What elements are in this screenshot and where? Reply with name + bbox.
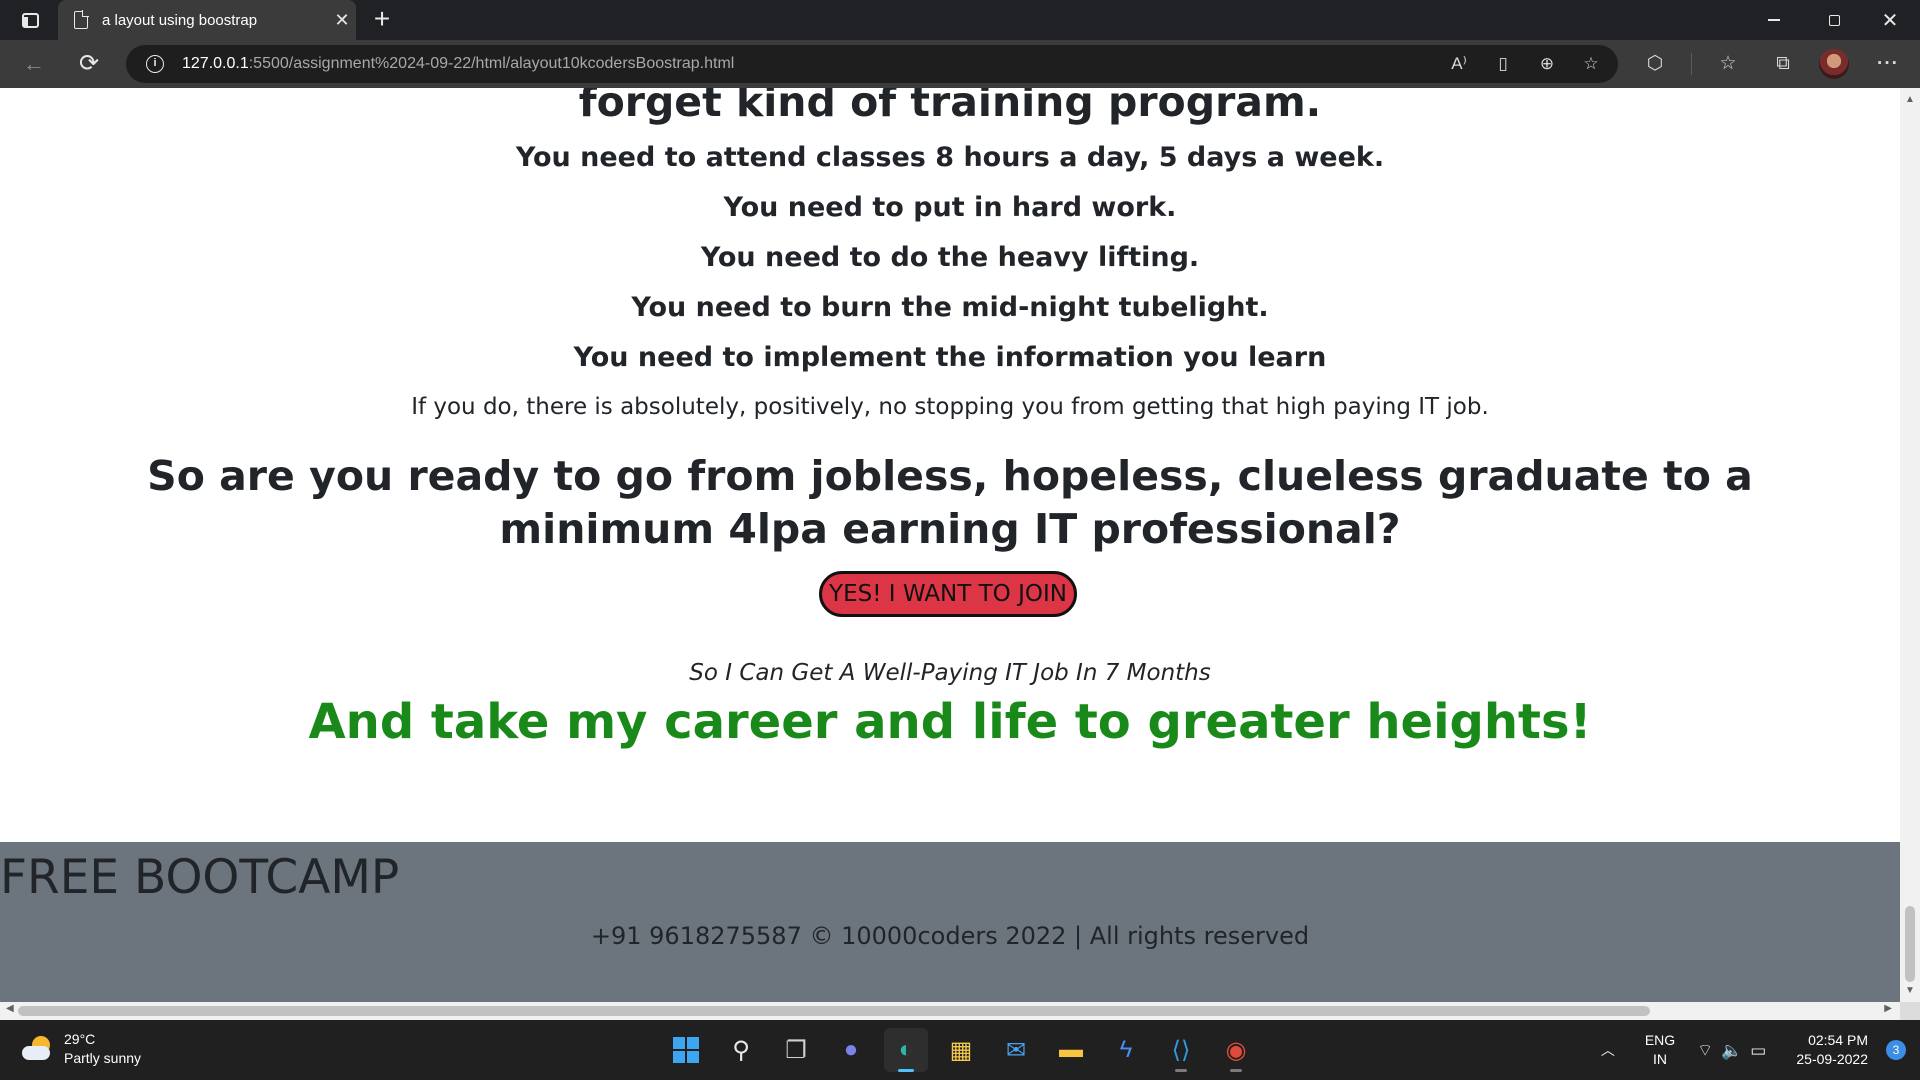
- weather-description: Partly sunny: [64, 1050, 142, 1066]
- footer-copyright: +91 9618275587 © 10000coders 2022 | All …: [590, 922, 1310, 950]
- language-indicator[interactable]: ENG IN: [1645, 1031, 1675, 1069]
- need-line: You need to implement the information yo…: [573, 342, 1327, 373]
- lead-heading: forget kind of training program.: [578, 88, 1322, 126]
- minimize-button[interactable]: [1746, 0, 1802, 40]
- chrome-icon[interactable]: ◉: [1214, 1028, 1258, 1072]
- need-line: You need to attend classes 8 hours a day…: [515, 142, 1385, 173]
- need-line: You need to burn the mid-night tubelight…: [631, 292, 1269, 323]
- clock-time: 02:54 PM: [1808, 1032, 1868, 1048]
- vertical-scrollbar[interactable]: ▲ ▼: [1900, 88, 1920, 1002]
- restore-button[interactable]: [1806, 0, 1862, 40]
- career-heading: And take my career and life to greater h…: [308, 694, 1592, 750]
- tab-actions-icon[interactable]: [14, 8, 46, 32]
- scroll-up-icon[interactable]: ▲: [1905, 94, 1915, 105]
- clock-date: 25-09-2022: [1796, 1051, 1868, 1067]
- favorites-icon[interactable]: ☆: [1709, 48, 1747, 80]
- footer-title: FREE BOOTCAMP: [0, 850, 400, 905]
- clock[interactable]: 02:54 PM 25-09-2022: [1796, 1031, 1868, 1069]
- close-window-button[interactable]: ✕: [1862, 0, 1918, 40]
- taskbar-apps: ⚲ ❐ ● ◐ ▦ ✉ ▬ ϟ ⟨⟩ ◉: [664, 1028, 1269, 1072]
- language-primary: ENG: [1644, 1032, 1676, 1048]
- weather-temperature: 29°C: [64, 1031, 96, 1047]
- network-volume-battery-icons[interactable]: ⌔🔈▭: [1697, 1040, 1774, 1061]
- back-arrow-icon[interactable]: ←: [17, 48, 51, 80]
- weather-widget[interactable]: 29°C Partly sunny: [20, 1030, 141, 1068]
- read-aloud-icon[interactable]: A⁾: [1446, 51, 1472, 77]
- url-path: :5500/assignment%2024-09-22/html/alayout…: [248, 55, 735, 72]
- browser-tab[interactable]: a layout using boostrap ✕: [58, 0, 356, 40]
- windows-start-icon[interactable]: [664, 1028, 708, 1072]
- vertical-scroll-thumb[interactable]: [1905, 906, 1915, 982]
- scroll-down-icon[interactable]: ▼: [1905, 985, 1915, 996]
- join-button[interactable]: YES! I WANT TO JOIN: [819, 571, 1077, 617]
- edge-icon[interactable]: ◐: [884, 1028, 928, 1072]
- url-host: 127.0.0.1: [182, 55, 249, 72]
- file-explorer-icon[interactable]: ▬: [1049, 1028, 1093, 1072]
- need-line: You need to do the heavy lifting.: [700, 242, 1200, 273]
- partly-sunny-icon: [20, 1034, 54, 1064]
- chat-icon[interactable]: ●: [829, 1028, 873, 1072]
- notification-badge[interactable]: 3: [1886, 1040, 1906, 1060]
- tab-title: a layout using boostrap: [102, 11, 258, 29]
- task-view-icon[interactable]: ❐: [774, 1028, 818, 1072]
- tab-close-icon[interactable]: ✕: [328, 10, 356, 31]
- scroll-right-icon[interactable]: ▶: [1884, 1003, 1892, 1014]
- need-line: You need to put in hard work.: [723, 192, 1177, 223]
- language-secondary: IN: [1652, 1051, 1667, 1067]
- scroll-left-icon[interactable]: ◀: [6, 1003, 14, 1014]
- footer: FREE BOOTCAMP +91 9618275587 © 10000code…: [0, 842, 1900, 1002]
- show-hidden-icons-chevron-icon[interactable]: ︿: [1601, 1040, 1615, 1060]
- power-automate-icon[interactable]: ϟ: [1104, 1028, 1148, 1072]
- immersive-reader-icon[interactable]: ▯: [1490, 51, 1516, 77]
- page-viewport: forget kind of training program. You nee…: [0, 88, 1900, 1002]
- address-bar[interactable]: i 127.0.0.1:5500/assignment%2024-09-22/h…: [126, 45, 1618, 83]
- zoom-icon[interactable]: ⊕: [1534, 51, 1560, 77]
- mail-icon[interactable]: ✉: [994, 1028, 1038, 1072]
- more-menu-icon[interactable]: ···: [1869, 48, 1907, 80]
- profile-avatar[interactable]: [1819, 49, 1849, 79]
- site-info-icon[interactable]: i: [146, 55, 164, 73]
- collections-icon[interactable]: ⧉: [1764, 48, 1802, 80]
- restore-icon: [1828, 14, 1840, 26]
- horizontal-scroll-thumb[interactable]: [18, 1006, 1650, 1016]
- taskbar: 29°C Partly sunny ⚲ ❐ ● ◐ ▦ ✉ ▬ ϟ ⟨⟩ ◉ ︿…: [0, 1020, 1920, 1080]
- new-tab-button[interactable]: +: [366, 4, 398, 36]
- refresh-icon[interactable]: ⟳: [72, 48, 106, 80]
- big-question-heading: So are you ready to go from jobless, hop…: [147, 452, 1753, 553]
- add-favorite-icon[interactable]: ☆: [1578, 51, 1604, 77]
- vscode-icon[interactable]: ⟨⟩: [1159, 1028, 1203, 1072]
- horizontal-scrollbar[interactable]: ◀ ▶: [0, 1002, 1900, 1020]
- extensions-icon[interactable]: ⬡: [1636, 48, 1674, 80]
- system-tray: ︿ ENG IN ⌔🔈▭ 02:54 PM 25-09-2022 3: [1601, 1020, 1920, 1080]
- minimize-icon: [1768, 19, 1780, 21]
- page-icon: [74, 10, 89, 29]
- store-icon[interactable]: ▦: [939, 1028, 983, 1072]
- toolbar-divider: [1691, 53, 1692, 75]
- search-icon[interactable]: ⚲: [719, 1028, 763, 1072]
- browser-toolbar: ← ⟳ i 127.0.0.1:5500/assignment%2024-09-…: [0, 40, 1920, 88]
- note-text: If you do, there is absolutely, positive…: [411, 394, 1489, 420]
- scrollbar-corner: [1900, 1002, 1920, 1020]
- browser-title-bar: a layout using boostrap ✕ + ✕: [0, 0, 1920, 40]
- subline-text: So I Can Get A Well-Paying IT Job In 7 M…: [689, 660, 1211, 686]
